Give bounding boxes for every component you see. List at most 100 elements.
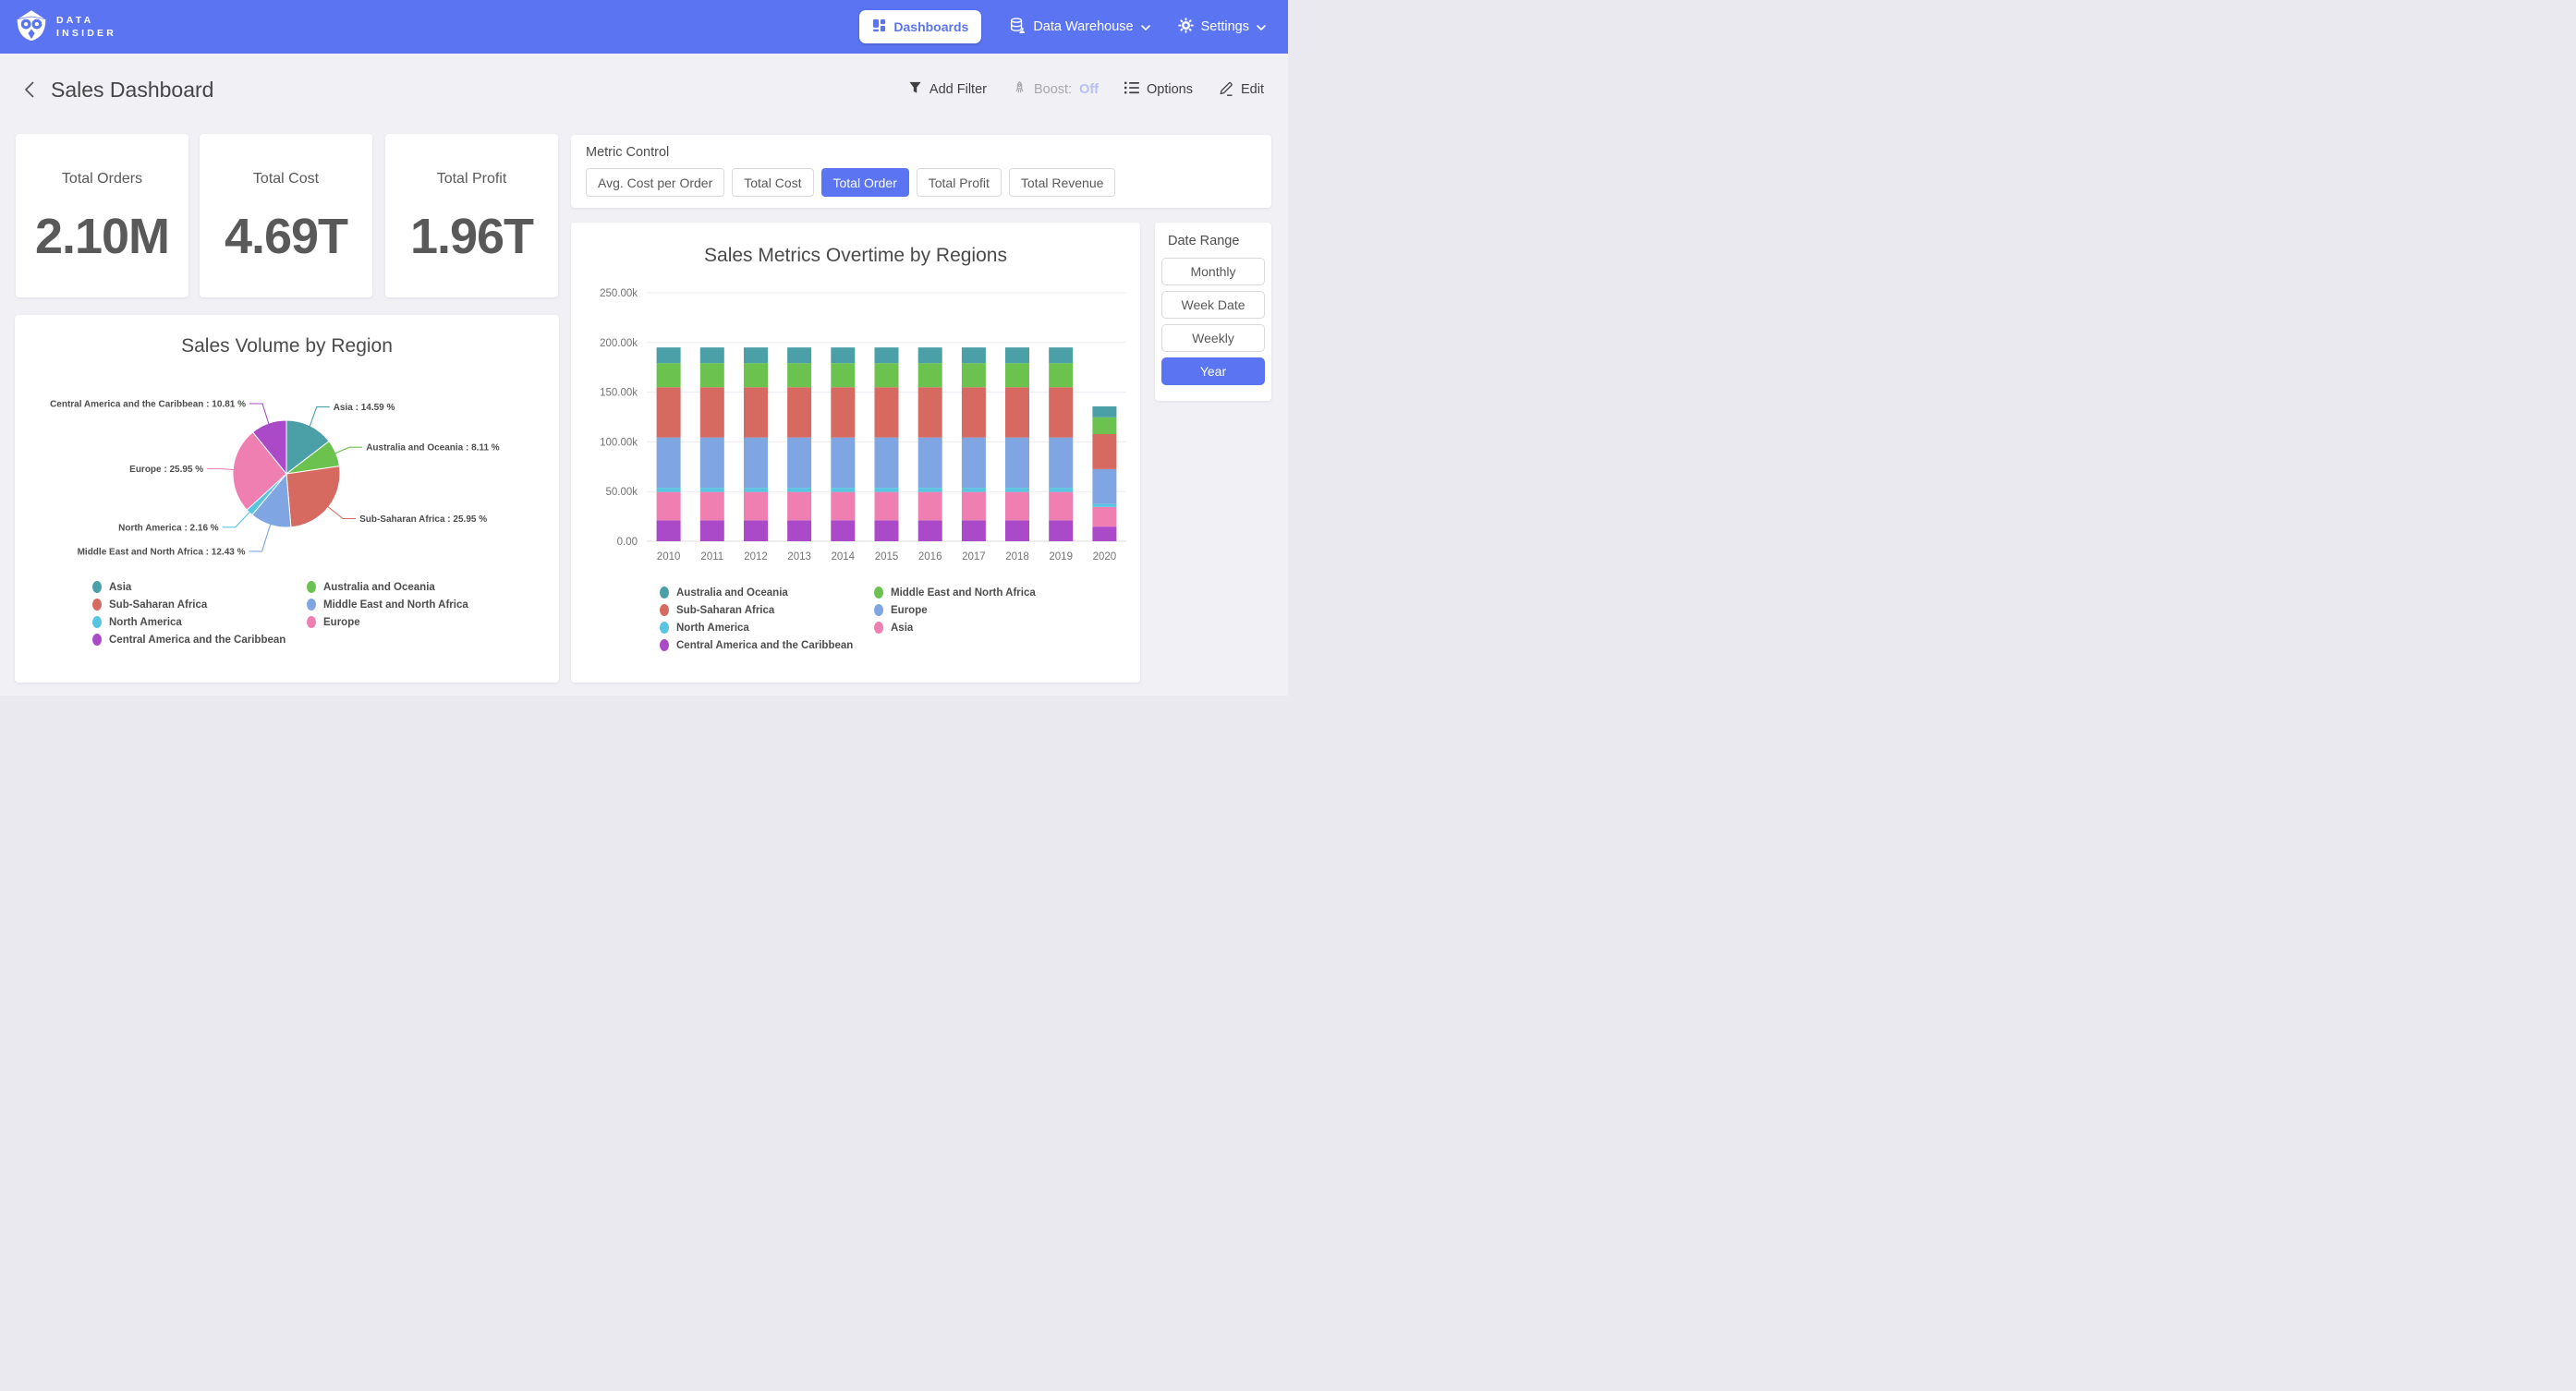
bar-segment-2014-europe[interactable] <box>831 438 855 488</box>
bar-segment-2013-central-america-and-the-caribbean[interactable] <box>787 520 811 541</box>
bar-segment-2013-sub-saharan-africa[interactable] <box>787 387 811 437</box>
bar-segment-2010-north-america[interactable] <box>657 488 681 492</box>
bar-segment-2010-sub-saharan-africa[interactable] <box>657 387 681 437</box>
bar-segment-2010-australia-and-oceania[interactable] <box>657 347 681 363</box>
legend-item-europe[interactable]: Europe <box>874 604 1036 616</box>
bar-segment-2016-europe[interactable] <box>918 438 942 488</box>
bar-segment-2020-europe[interactable] <box>1092 469 1116 504</box>
bar-segment-2015-north-america[interactable] <box>875 488 899 492</box>
metric-option-total-cost[interactable]: Total Cost <box>732 168 813 197</box>
nav-settings[interactable]: Settings <box>1178 18 1266 37</box>
bar-segment-2013-middle-east-and-north-africa[interactable] <box>787 363 811 387</box>
bar-segment-2016-central-america-and-the-caribbean[interactable] <box>918 520 942 541</box>
bar-segment-2019-europe[interactable] <box>1049 438 1073 488</box>
bar-segment-2012-europe[interactable] <box>744 438 768 488</box>
metric-option-avg-cost-per-order[interactable]: Avg. Cost per Order <box>586 168 724 197</box>
bar-segment-2019-middle-east-and-north-africa[interactable] <box>1049 363 1073 387</box>
bar-segment-2013-asia[interactable] <box>787 492 811 521</box>
legend-item-sub-saharan-africa[interactable]: Sub-Saharan Africa <box>92 599 286 611</box>
legend-item-australia-and-oceania[interactable]: Australia and Oceania <box>307 581 468 593</box>
bar-segment-2018-asia[interactable] <box>1005 492 1029 521</box>
legend-item-central-america-and-the-caribbean[interactable]: Central America and the Caribbean <box>660 639 853 651</box>
legend-item-asia[interactable]: Asia <box>92 581 286 593</box>
bar-segment-2014-central-america-and-the-caribbean[interactable] <box>831 520 855 541</box>
bar-segment-2011-sub-saharan-africa[interactable] <box>700 387 724 437</box>
metric-option-total-order[interactable]: Total Order <box>821 168 909 197</box>
bar-segment-2020-central-america-and-the-caribbean[interactable] <box>1092 526 1116 541</box>
bar-segment-2020-australia-and-oceania[interactable] <box>1092 406 1116 417</box>
bar-segment-2019-central-america-and-the-caribbean[interactable] <box>1049 520 1073 541</box>
brand-logo[interactable]: DATA INSIDER <box>15 8 116 46</box>
bar-segment-2013-australia-and-oceania[interactable] <box>787 347 811 363</box>
legend-item-middle-east-and-north-africa[interactable]: Middle East and North Africa <box>307 599 468 611</box>
bar-segment-2011-middle-east-and-north-africa[interactable] <box>700 363 724 387</box>
legend-item-central-america-and-the-caribbean[interactable]: Central America and the Caribbean <box>92 634 286 646</box>
bar-segment-2015-sub-saharan-africa[interactable] <box>875 387 899 437</box>
bar-segment-2018-central-america-and-the-caribbean[interactable] <box>1005 520 1029 541</box>
options-button[interactable]: Options <box>1124 81 1193 98</box>
bar-segment-2014-sub-saharan-africa[interactable] <box>831 387 855 437</box>
bar-segment-2011-central-america-and-the-caribbean[interactable] <box>700 520 724 541</box>
bar-segment-2019-sub-saharan-africa[interactable] <box>1049 387 1073 437</box>
bar-segment-2013-north-america[interactable] <box>787 488 811 492</box>
bar-segment-2017-sub-saharan-africa[interactable] <box>962 387 986 437</box>
bar-segment-2012-sub-saharan-africa[interactable] <box>744 387 768 437</box>
date-range-option-weekly[interactable]: Weekly <box>1161 324 1265 352</box>
nav-dashboards[interactable]: Dashboards <box>859 10 981 43</box>
edit-button[interactable]: Edit <box>1219 80 1264 100</box>
bar-segment-2020-north-america[interactable] <box>1092 504 1116 507</box>
bar-segment-2015-europe[interactable] <box>875 438 899 488</box>
bar-segment-2020-middle-east-and-north-africa[interactable] <box>1092 417 1116 434</box>
add-filter-button[interactable]: Add Filter <box>908 81 987 98</box>
bar-segment-2012-north-america[interactable] <box>744 488 768 492</box>
bar-segment-2018-europe[interactable] <box>1005 438 1029 488</box>
bar-segment-2013-europe[interactable] <box>787 438 811 488</box>
bar-segment-2016-asia[interactable] <box>918 492 942 521</box>
back-button[interactable] <box>20 78 38 102</box>
bar-segment-2017-asia[interactable] <box>962 492 986 521</box>
date-range-option-week-date[interactable]: Week Date <box>1161 291 1265 319</box>
legend-item-middle-east-and-north-africa[interactable]: Middle East and North Africa <box>874 587 1036 599</box>
date-range-option-monthly[interactable]: Monthly <box>1161 258 1265 285</box>
bar-segment-2019-asia[interactable] <box>1049 492 1073 521</box>
bar-segment-2017-north-america[interactable] <box>962 488 986 492</box>
bar-segment-2020-asia[interactable] <box>1092 507 1116 526</box>
legend-item-europe[interactable]: Europe <box>307 616 468 628</box>
bar-segment-2018-sub-saharan-africa[interactable] <box>1005 387 1029 437</box>
bar-segment-2017-central-america-and-the-caribbean[interactable] <box>962 520 986 541</box>
bar-segment-2019-north-america[interactable] <box>1049 488 1073 492</box>
legend-item-north-america[interactable]: North America <box>92 616 286 628</box>
bar-segment-2012-australia-and-oceania[interactable] <box>744 347 768 363</box>
bar-segment-2010-asia[interactable] <box>657 492 681 521</box>
legend-item-sub-saharan-africa[interactable]: Sub-Saharan Africa <box>660 604 853 616</box>
legend-item-australia-and-oceania[interactable]: Australia and Oceania <box>660 587 853 599</box>
bar-segment-2018-australia-and-oceania[interactable] <box>1005 347 1029 363</box>
bar-segment-2011-asia[interactable] <box>700 492 724 521</box>
bar-segment-2017-europe[interactable] <box>962 438 986 488</box>
bar-segment-2015-australia-and-oceania[interactable] <box>875 347 899 363</box>
bar-segment-2015-asia[interactable] <box>875 492 899 521</box>
bar-segment-2015-middle-east-and-north-africa[interactable] <box>875 363 899 387</box>
bar-segment-2014-north-america[interactable] <box>831 488 855 492</box>
nav-data-warehouse[interactable]: Data Warehouse <box>1009 17 1149 38</box>
bar-segment-2010-central-america-and-the-caribbean[interactable] <box>657 520 681 541</box>
bar-segment-2016-sub-saharan-africa[interactable] <box>918 387 942 437</box>
metric-option-total-revenue[interactable]: Total Revenue <box>1009 168 1116 197</box>
bar-segment-2016-north-america[interactable] <box>918 488 942 492</box>
bar-segment-2011-australia-and-oceania[interactable] <box>700 347 724 363</box>
bar-segment-2019-australia-and-oceania[interactable] <box>1049 347 1073 363</box>
legend-item-north-america[interactable]: North America <box>660 622 853 634</box>
pie-slice-sub-saharan-africa[interactable] <box>286 466 340 527</box>
metric-option-total-profit[interactable]: Total Profit <box>917 168 1002 197</box>
bar-segment-2018-middle-east-and-north-africa[interactable] <box>1005 363 1029 387</box>
bar-segment-2014-middle-east-and-north-africa[interactable] <box>831 363 855 387</box>
bar-segment-2014-australia-and-oceania[interactable] <box>831 347 855 363</box>
bar-segment-2017-middle-east-and-north-africa[interactable] <box>962 363 986 387</box>
bar-segment-2010-middle-east-and-north-africa[interactable] <box>657 363 681 387</box>
legend-item-asia[interactable]: Asia <box>874 622 1036 634</box>
bar-segment-2012-central-america-and-the-caribbean[interactable] <box>744 520 768 541</box>
bar-segment-2010-europe[interactable] <box>657 438 681 488</box>
bar-segment-2014-asia[interactable] <box>831 492 855 521</box>
boost-toggle[interactable]: Boost: Off <box>1013 80 1099 99</box>
date-range-option-year[interactable]: Year <box>1161 357 1265 385</box>
